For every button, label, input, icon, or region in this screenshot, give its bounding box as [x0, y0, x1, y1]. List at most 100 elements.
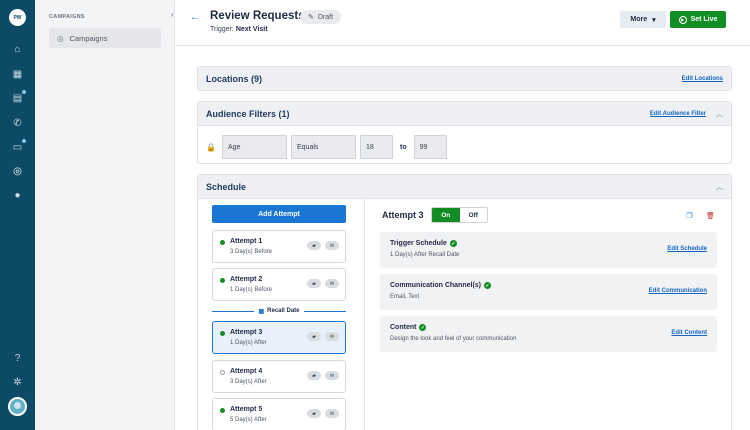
- attempt-card[interactable]: Attempt 4 3 Day(s) After ▰ ✉: [212, 360, 346, 393]
- edit-audience-link[interactable]: Edit Audience Filter: [650, 111, 706, 117]
- set-live-label: Set Live: [690, 16, 718, 23]
- card-title-text: Communication Channel(s): [390, 282, 482, 289]
- edit-schedule-link[interactable]: Edit Schedule: [667, 246, 707, 252]
- divider-line: [212, 310, 255, 312]
- text-channel-icon: ▰: [307, 241, 321, 250]
- gear-icon[interactable]: ✲: [10, 375, 25, 390]
- phone-icon[interactable]: ✆: [10, 116, 25, 131]
- user-icon[interactable]: ●: [10, 188, 25, 203]
- nav-heading: CAMPAIGNS: [49, 14, 85, 20]
- edit-content-link[interactable]: Edit Content: [671, 330, 707, 336]
- status-dot: [220, 278, 225, 283]
- column-divider: [364, 199, 365, 430]
- status-dot: [220, 408, 225, 413]
- message-icon[interactable]: ▭: [10, 139, 26, 155]
- toggle-on[interactable]: On: [432, 208, 460, 222]
- attempt-timing: 1 Day(s) After: [230, 340, 267, 346]
- lock-icon: 🔒: [206, 142, 216, 152]
- secondary-nav: CAMPAIGNS ‹ ◎ Campaigns: [35, 0, 175, 430]
- communication-card: Communication Channel(s) ✓ Email, Text Ed…: [380, 274, 717, 310]
- collapse-chevron-icon[interactable]: ‹: [171, 10, 174, 19]
- app-logo[interactable]: PW: [9, 9, 26, 26]
- trigger-line: Trigger: Next Visit: [210, 26, 268, 33]
- caret-down-icon: ▾: [652, 16, 656, 24]
- email-channel-icon: ✉: [325, 332, 339, 341]
- audience-header[interactable]: Audience Filters (1) Edit Audience Filte…: [198, 102, 731, 126]
- chevron-up-icon[interactable]: ︿: [716, 182, 723, 192]
- home-icon[interactable]: ⌂: [10, 42, 25, 57]
- logo-text: PW: [13, 14, 22, 21]
- trigger-value: Next Visit: [235, 26, 268, 33]
- nav-item-campaigns[interactable]: ◎ Campaigns: [49, 28, 161, 48]
- trigger-schedule-card: Trigger Schedule ✓ 1 Day(s) After Recall …: [380, 232, 717, 268]
- schedule-header[interactable]: Schedule ︿: [198, 175, 731, 199]
- app-rail: PW ⌂ ▦ ▤ ✆ ▭ ◎ ● ? ✲: [0, 0, 35, 430]
- page-header: ← Review Requests ✎ Draft Trigger: Next …: [176, 0, 750, 46]
- audience-section: Audience Filters (1) Edit Audience Filte…: [197, 101, 732, 164]
- email-channel-icon: ✉: [325, 409, 339, 418]
- filter-operator[interactable]: Equals: [291, 135, 356, 159]
- card-title-text: Trigger Schedule: [390, 240, 447, 247]
- section-title: Schedule: [206, 181, 247, 192]
- email-channel-icon: ✉: [325, 371, 339, 380]
- locations-section: Locations (9) Edit Locations: [197, 66, 732, 91]
- chevron-up-icon[interactable]: ︿: [716, 109, 723, 119]
- attempt-name: Attempt 1: [230, 238, 263, 245]
- notification-dot: [22, 90, 26, 94]
- schedule-section: Schedule ︿ Add Attempt Attempt 1 3 Day(s…: [197, 174, 732, 430]
- card-subtitle: Design the look and feel of your communi…: [390, 336, 517, 342]
- attempt-card[interactable]: Attempt 5 5 Day(s) After ▰ ✉: [212, 398, 346, 430]
- status-text: Draft: [317, 13, 334, 21]
- trigger-label: Trigger:: [210, 26, 234, 33]
- attempt-card[interactable]: Attempt 2 1 Day(s) Before ▰ ✉: [212, 268, 346, 301]
- section-title: Locations (9): [206, 73, 263, 84]
- text-channel-icon: ▰: [307, 371, 321, 380]
- page-title: Review Requests: [210, 10, 305, 22]
- text-channel-icon: ▰: [307, 279, 321, 288]
- attempt-timing: 3 Day(s) Before: [230, 249, 273, 255]
- email-channel-icon: ✉: [325, 241, 339, 250]
- add-attempt-button[interactable]: Add Attempt: [212, 205, 346, 223]
- trash-icon[interactable]: 🗑: [704, 209, 717, 222]
- attempt-timing: 5 Day(s) After: [230, 417, 267, 423]
- back-arrow-icon[interactable]: ←: [190, 12, 200, 23]
- card-subtitle: 1 Day(s) After Recall Date: [390, 252, 460, 258]
- divider-line: [303, 310, 346, 312]
- toggle-off[interactable]: Off: [459, 208, 487, 222]
- attempt-card[interactable]: Attempt 1 3 Day(s) Before ▰ ✉: [212, 230, 346, 263]
- status-badge: ✎ Draft: [300, 10, 342, 24]
- chat-icon[interactable]: ▤: [10, 90, 26, 106]
- check-icon: ✓: [449, 240, 457, 247]
- set-live-button[interactable]: ▶ Set Live: [670, 11, 726, 28]
- filter-min[interactable]: 18: [360, 135, 393, 159]
- audience-filter-row: 🔒 Age Equals 18 to 99: [206, 135, 447, 159]
- recall-date-divider: ▦ Recall Date: [212, 306, 346, 316]
- attempt-card-selected[interactable]: Attempt 3 1 Day(s) After ▰ ✉: [212, 321, 346, 354]
- status-dot: [220, 240, 225, 245]
- edit-communication-link[interactable]: Edit Communication: [649, 288, 707, 294]
- attempt-on-off-toggle[interactable]: On Off: [431, 207, 488, 223]
- notification-dot: [22, 139, 26, 143]
- filter-max[interactable]: 99: [413, 135, 447, 159]
- help-icon[interactable]: ?: [10, 351, 25, 366]
- card-title: Communication Channel(s) ✓: [390, 282, 492, 289]
- card-subtitle: Email, Text: [390, 294, 420, 300]
- draft-icon: ✎: [308, 14, 314, 21]
- email-channel-icon: ✉: [325, 279, 339, 288]
- calendar-icon[interactable]: ▦: [10, 67, 25, 82]
- card-title-text: Content: [390, 324, 417, 331]
- attempt-name: Attempt 4: [230, 368, 263, 375]
- attempt-timing: 3 Day(s) After: [230, 379, 267, 385]
- attempt-name: Attempt 3: [230, 329, 263, 336]
- filter-field[interactable]: Age: [222, 135, 287, 159]
- more-button[interactable]: More ▾: [620, 11, 666, 28]
- card-title: Content ✓: [390, 324, 427, 331]
- campaign-icon[interactable]: ◎: [10, 164, 25, 179]
- more-label: More: [630, 16, 648, 23]
- recall-text: Recall Date: [267, 308, 300, 314]
- edit-locations-link[interactable]: Edit Locations: [682, 76, 723, 82]
- copy-icon[interactable]: ❐: [683, 209, 696, 222]
- text-channel-icon: ▰: [307, 409, 321, 418]
- avatar[interactable]: [8, 397, 27, 416]
- locations-header[interactable]: Locations (9) Edit Locations: [198, 67, 731, 90]
